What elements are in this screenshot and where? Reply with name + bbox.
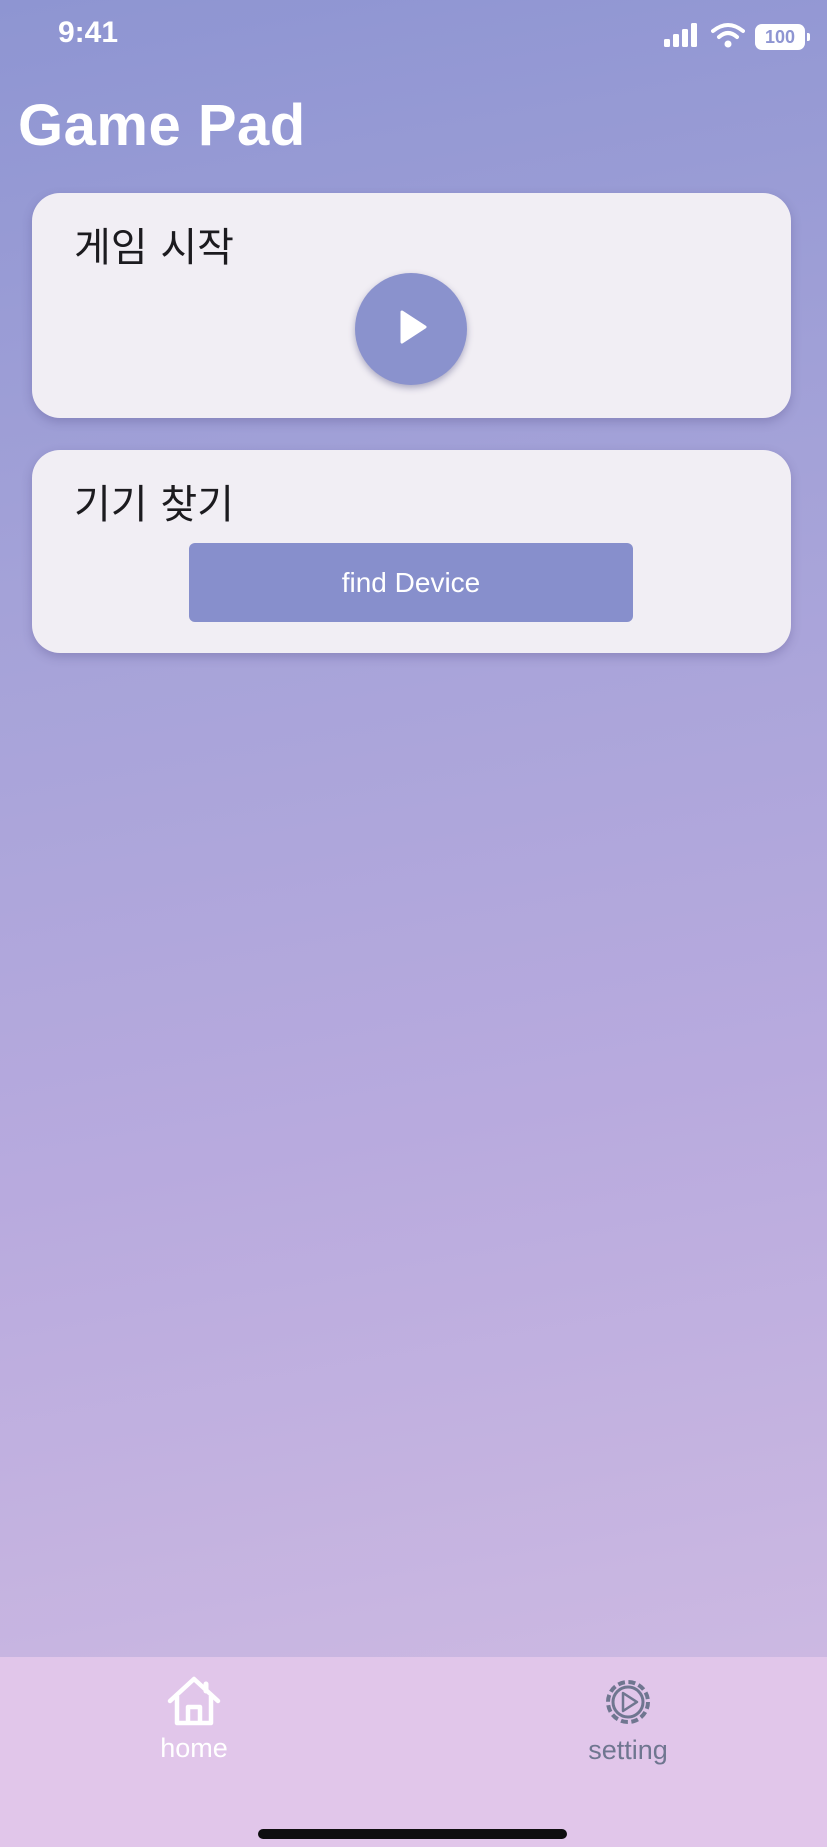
nav-setting[interactable]: setting <box>538 1675 718 1766</box>
home-icon <box>165 1675 223 1731</box>
battery-icon: 100 <box>755 24 810 50</box>
play-icon <box>389 305 433 353</box>
home-indicator[interactable] <box>258 1829 567 1839</box>
find-device-label: find Device <box>341 566 481 598</box>
battery-level: 100 <box>764 26 796 47</box>
status-icons: 100 <box>663 20 810 54</box>
nav-setting-label: setting <box>588 1735 668 1765</box>
find-device-card: 기기 찾기 find Device <box>32 450 791 653</box>
start-game-title: 게임 시작 <box>74 225 234 271</box>
page-title: Game Pad <box>18 93 306 158</box>
find-device-button[interactable]: find Device <box>189 543 633 622</box>
play-button[interactable] <box>355 273 467 385</box>
wifi-icon <box>711 22 745 52</box>
status-time: 9:41 <box>58 16 119 49</box>
status-bar: 9:41 100 <box>0 0 827 80</box>
signal-icon <box>663 23 701 51</box>
find-device-title: 기기 찾기 <box>74 482 234 528</box>
nav-home[interactable]: home <box>104 1675 284 1764</box>
bottom-nav: home setting <box>0 1657 827 1847</box>
battery-tip <box>807 33 810 41</box>
start-game-card: 게임 시작 <box>32 193 791 418</box>
gear-icon <box>601 1675 655 1733</box>
nav-home-label: home <box>160 1733 228 1763</box>
